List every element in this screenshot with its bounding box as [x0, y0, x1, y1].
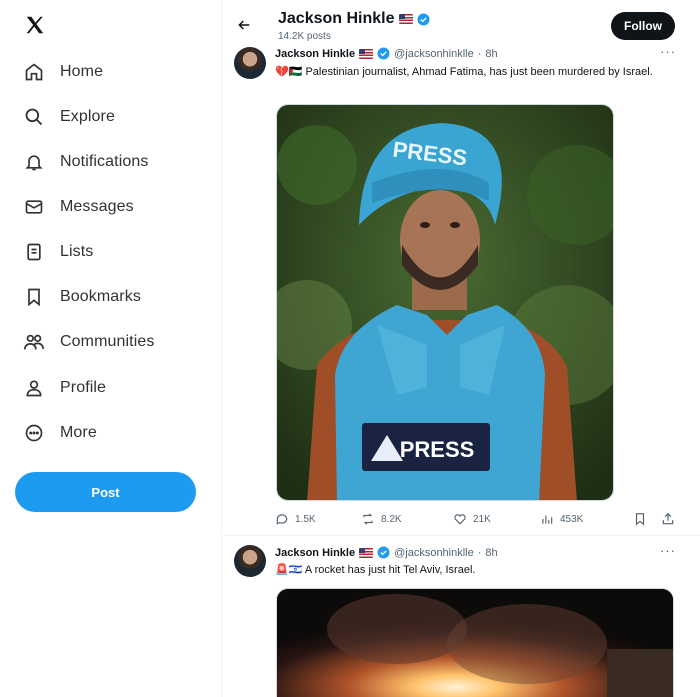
- sidebar-item-label: Messages: [60, 198, 134, 215]
- envelope-icon: [22, 195, 46, 219]
- us-flag-icon: [359, 547, 374, 558]
- tweet-handle[interactable]: @jacksonhinklle: [394, 48, 474, 60]
- tweet-emoji: 💔🇵🇸: [275, 66, 303, 78]
- posts-count: 14.2K posts: [278, 31, 331, 42]
- profile-header-title: Jackson Hinkle: [278, 10, 430, 28]
- views-button[interactable]: 453K: [540, 512, 583, 526]
- reply-button[interactable]: 1.5K: [275, 512, 316, 526]
- reply-count: 1.5K: [295, 513, 316, 525]
- more-options-icon[interactable]: ···: [660, 44, 676, 59]
- sidebar: Home Explore Notifications Messages List…: [0, 0, 222, 697]
- people-icon: [22, 330, 46, 354]
- tweet-text: 💔🇵🇸 Palestinian journalist, Ahmad Fatima…: [275, 64, 675, 80]
- sidebar-item-label: Lists: [60, 243, 94, 260]
- sidebar-item-messages[interactable]: Messages: [22, 187, 134, 227]
- tweet-time[interactable]: 8h: [485, 547, 497, 559]
- share-button[interactable]: [661, 512, 675, 526]
- sidebar-item-label: Explore: [60, 108, 115, 125]
- post-button[interactable]: Post: [15, 472, 196, 512]
- x-logo-icon[interactable]: [24, 14, 48, 38]
- sidebar-item-explore[interactable]: Explore: [22, 97, 115, 137]
- home-icon: [22, 60, 46, 84]
- sidebar-item-lists[interactable]: Lists: [22, 232, 93, 272]
- bookmark-icon: [22, 285, 46, 309]
- tweet-author-name[interactable]: Jackson Hinkle: [275, 48, 355, 60]
- divider: [223, 535, 700, 536]
- main-column: Jackson Hinkle 14.2K posts Follow Jackso…: [223, 0, 700, 697]
- us-flag-icon: [359, 48, 374, 59]
- avatar[interactable]: [234, 47, 266, 79]
- tweet-body: A rocket has just hit Tel Aviv, Israel.: [304, 564, 476, 576]
- bell-icon: [22, 150, 46, 174]
- verified-badge-icon: [377, 546, 390, 559]
- tweet-image[interactable]: [276, 588, 674, 697]
- sidebar-item-more[interactable]: More: [22, 413, 97, 453]
- share-icon: [662, 512, 674, 525]
- like-button[interactable]: 21K: [453, 512, 491, 526]
- sidebar-item-label: Home: [60, 63, 104, 80]
- sidebar-item-profile[interactable]: Profile: [22, 368, 106, 408]
- tweet-handle[interactable]: @jacksonhinklle: [394, 547, 474, 559]
- sidebar-item-label: Bookmarks: [60, 288, 141, 305]
- repost-count: 8.2K: [381, 513, 402, 525]
- tweet-actions: 1.5K 8.2K 21K 453K: [275, 512, 675, 528]
- bookmark-icon: [635, 513, 645, 526]
- tweet-text: 🚨🇮🇱 A rocket has just hit Tel Aviv, Isra…: [275, 562, 675, 578]
- sidebar-item-bookmarks[interactable]: Bookmarks: [22, 277, 141, 317]
- sidebar-item-label: Profile: [60, 379, 107, 396]
- sidebar-item-label: Notifications: [60, 153, 149, 170]
- tweet-time[interactable]: 8h: [485, 48, 497, 60]
- tweet-header: Jackson Hinkle @jacksonhinklle · 8h: [275, 47, 498, 60]
- reply-icon: [276, 514, 288, 525]
- sidebar-item-notifications[interactable]: Notifications: [22, 142, 148, 182]
- follow-button[interactable]: Follow: [611, 12, 675, 40]
- bookmark-button[interactable]: [633, 512, 647, 526]
- repost-icon: [363, 513, 373, 525]
- sidebar-item-label: More: [60, 424, 97, 441]
- sidebar-item-communities[interactable]: Communities: [22, 322, 154, 362]
- like-count: 21K: [473, 513, 491, 525]
- verified-badge-icon: [417, 13, 429, 25]
- more-options-icon[interactable]: ···: [660, 543, 676, 558]
- tweet-header: Jackson Hinkle @jacksonhinklle · 8h: [275, 546, 498, 559]
- sidebar-item-label: Communities: [60, 333, 155, 350]
- us-flag-icon: [398, 14, 413, 24]
- search-icon: [22, 105, 46, 129]
- tweet-author-name[interactable]: Jackson Hinkle: [275, 547, 355, 559]
- views-count: 453K: [560, 513, 584, 525]
- press-patch-text: PRESS: [400, 437, 475, 462]
- heart-icon: [454, 514, 466, 525]
- back-arrow-icon[interactable]: [233, 14, 255, 36]
- views-icon: [542, 515, 553, 524]
- avatar[interactable]: [234, 545, 266, 577]
- page-title: Jackson Hinkle: [278, 10, 395, 27]
- tweet-image[interactable]: PRESS PRESS: [276, 104, 614, 501]
- person-icon: [22, 376, 46, 400]
- repost-button[interactable]: 8.2K: [361, 512, 402, 526]
- tweet-emoji: 🚨🇮🇱: [275, 564, 303, 576]
- verified-badge-icon: [377, 47, 390, 60]
- list-icon: [22, 240, 46, 264]
- sidebar-item-home[interactable]: Home: [22, 52, 103, 92]
- tweet-body: Palestinian journalist, Ahmad Fatima, ha…: [305, 66, 653, 78]
- more-circle-icon: [22, 421, 46, 445]
